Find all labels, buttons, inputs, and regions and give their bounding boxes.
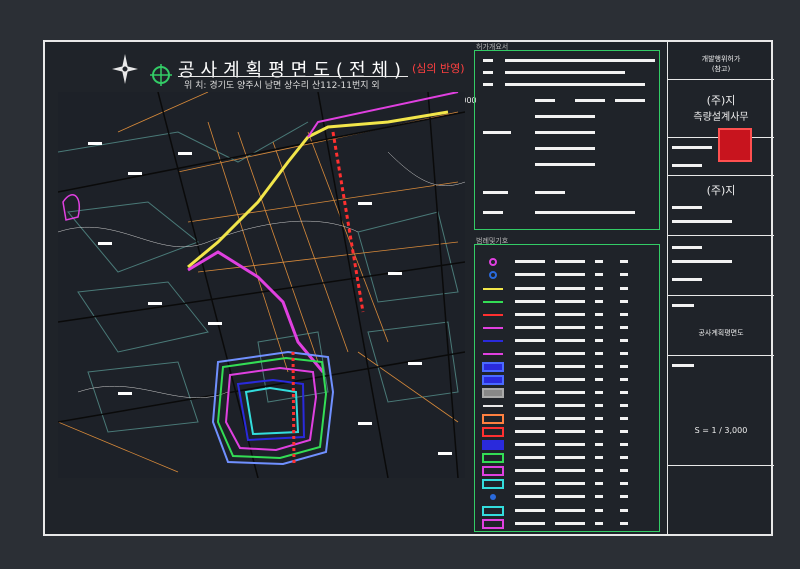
location-text: 위 치: 경기도 양주시 남면 상수리 산112-11번지 외	[184, 81, 380, 91]
blank-box	[668, 466, 774, 536]
crosshair-icon	[150, 64, 172, 86]
north-arrow-icon	[112, 54, 138, 84]
company-box: (주)지 측량설계사무	[668, 80, 774, 162]
title-block: 개발행위허가 (참고) (주)지 측량설계사무 (주)지 공사계획평면도 S =…	[667, 40, 774, 536]
title-block-scale: S = 1 / 3,000	[694, 426, 748, 435]
review-note: (심의 반영)	[412, 62, 465, 75]
permit-box: 개발행위허가 (참고)	[668, 40, 774, 80]
scale-box: S = 1 / 3,000	[668, 356, 774, 466]
info-box-1	[668, 138, 774, 176]
company-line2: 측량설계사무	[693, 112, 749, 123]
drawing-name: 공사계획평면도	[698, 329, 744, 337]
permit-label: 개발행위허가	[701, 55, 741, 63]
summary-table	[474, 50, 660, 230]
info-box-2	[668, 236, 774, 296]
company-box-2: (주)지	[668, 176, 774, 236]
legend-symbols	[482, 258, 628, 529]
drawing-name-box: 공사계획평면도	[668, 296, 774, 356]
company-line1: (주)지	[706, 94, 736, 107]
company-line3: (주)지	[706, 184, 736, 197]
site-plan-map[interactable]	[58, 92, 465, 478]
site-plan-drawing	[58, 92, 465, 478]
legend-table	[474, 244, 660, 532]
reference-label: (참고)	[711, 65, 731, 73]
title-underline	[178, 76, 408, 77]
